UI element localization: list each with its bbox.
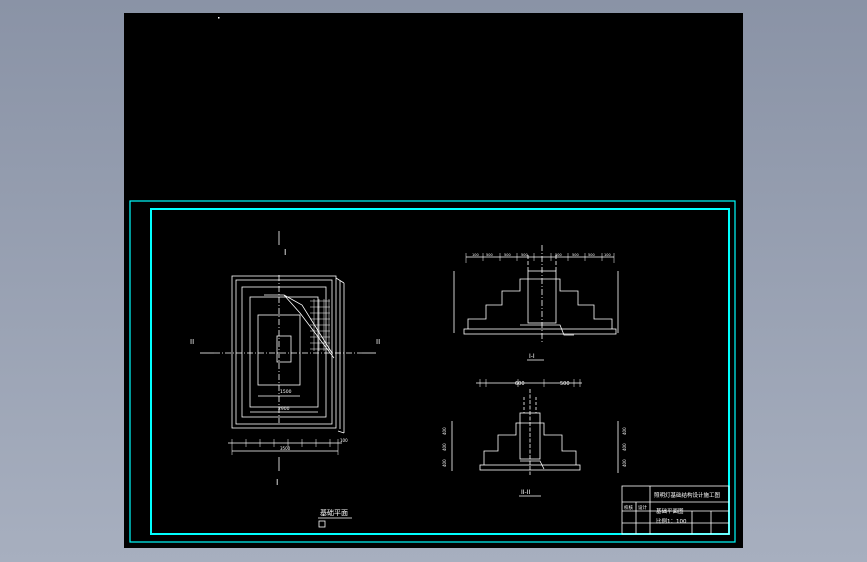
section-1-label: I-I [529, 353, 535, 360]
section-mark-bottom: I [276, 478, 278, 487]
s2-left-dim-1: 400 [442, 443, 447, 451]
s1-top-dim-7: 100 [604, 253, 611, 257]
section-1-1: 100 500 500 500 500 500 500 100 I-I [453, 245, 619, 361]
foundation-plan: I I II II 1500 2900 100 3500 基础平面 [190, 231, 380, 528]
s1-top-dim-6: 500 [588, 253, 595, 257]
title-review-label: 校核 [624, 504, 633, 511]
s2-dim-right: 500 [560, 381, 570, 387]
title-block: 照明灯基础结构设计施工图 校核 设计 基础平面图 比例1：100 [621, 485, 730, 535]
right-dim: 100 [340, 438, 348, 443]
plan-title: 基础平面 [320, 508, 348, 517]
outer-dim: 2900 [278, 406, 290, 412]
s2-right-dim-1: 400 [622, 443, 627, 451]
s1-top-dim-2: 500 [504, 253, 511, 257]
s1-top-dim-5: 500 [572, 253, 579, 257]
section-2-label: II-II [521, 489, 530, 496]
s2-dim-left: 600 [515, 381, 525, 387]
overall-dim: 3500 [280, 446, 291, 451]
inner-frame [150, 208, 730, 535]
s1-top-dim-3: 500 [521, 253, 528, 257]
title-scale: 比例1：100 [656, 517, 687, 525]
section-2-2: 600 500 400 400 400 400 400 400 II-II [442, 379, 627, 497]
s2-left-dim-2: 400 [442, 459, 447, 467]
cad-viewport[interactable]: I I II II 1500 2900 100 3500 基础平面 100 50… [124, 13, 743, 548]
s2-right-dim-2: 400 [622, 459, 627, 467]
s2-left-dim-0: 400 [442, 427, 447, 435]
section-mark-top: I [284, 248, 286, 257]
s2-right-dim-0: 400 [622, 427, 627, 435]
s1-top-dim-0: 100 [472, 253, 479, 257]
s1-top-dim-1: 500 [486, 253, 493, 257]
inner-dim: 1500 [280, 389, 292, 395]
title-drawing-name: 基础平面图 [656, 507, 684, 515]
section-mark-right: II [376, 338, 380, 346]
stray-point [218, 17, 220, 19]
section-mark-left: II [190, 338, 194, 346]
title-project: 照明灯基础结构设计施工图 [654, 491, 721, 499]
title-design-label: 设计 [638, 504, 647, 511]
outer-frame [129, 200, 736, 543]
cad-drawing: I I II II 1500 2900 100 3500 基础平面 100 50… [129, 17, 736, 543]
